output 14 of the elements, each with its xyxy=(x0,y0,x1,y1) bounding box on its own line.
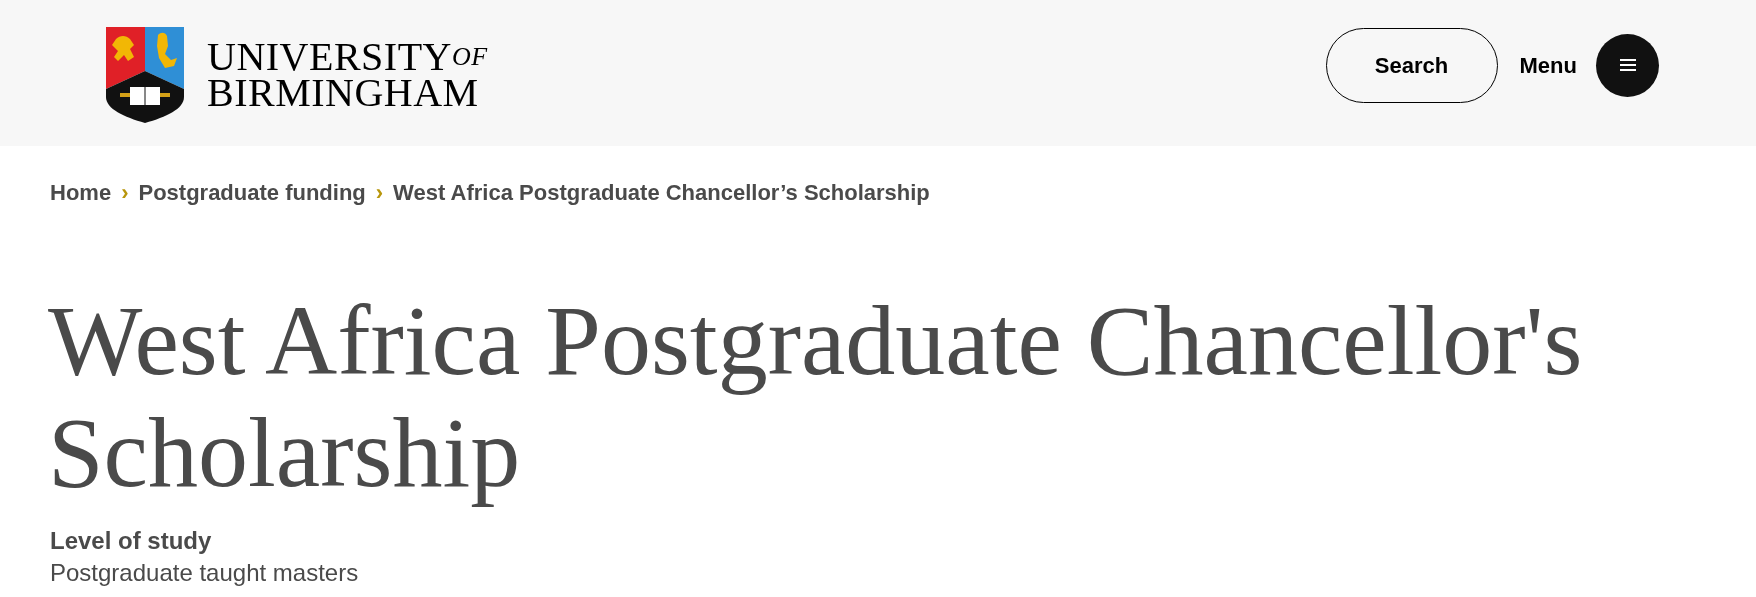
breadcrumb-link[interactable]: West Africa Postgraduate Chancellor’s Scholarship xyxy=(393,176,930,209)
crest-icon xyxy=(106,27,184,123)
menu-icon xyxy=(1619,59,1636,71)
breadcrumb-link[interactable]: Home xyxy=(50,176,112,209)
detail-label: Level of study xyxy=(50,526,213,556)
page-title: West Africa Postgraduate Chancellor's Scholarship xyxy=(47,284,1584,509)
separator-icon: › xyxy=(375,176,384,209)
breadcrumb-link[interactable]: Postgraduate funding xyxy=(138,176,366,209)
logo-text: BIRMINGHAM xyxy=(207,75,480,111)
menu-label[interactable]: Menu xyxy=(1519,48,1577,82)
separator-icon: › xyxy=(121,176,129,209)
university-logo[interactable]: UNIVERSITYOF BIRMINGHAM xyxy=(106,7,488,123)
logo-text: UNIVERSITYOF xyxy=(207,39,488,75)
detail-value: Postgraduate taught masters xyxy=(50,558,360,588)
